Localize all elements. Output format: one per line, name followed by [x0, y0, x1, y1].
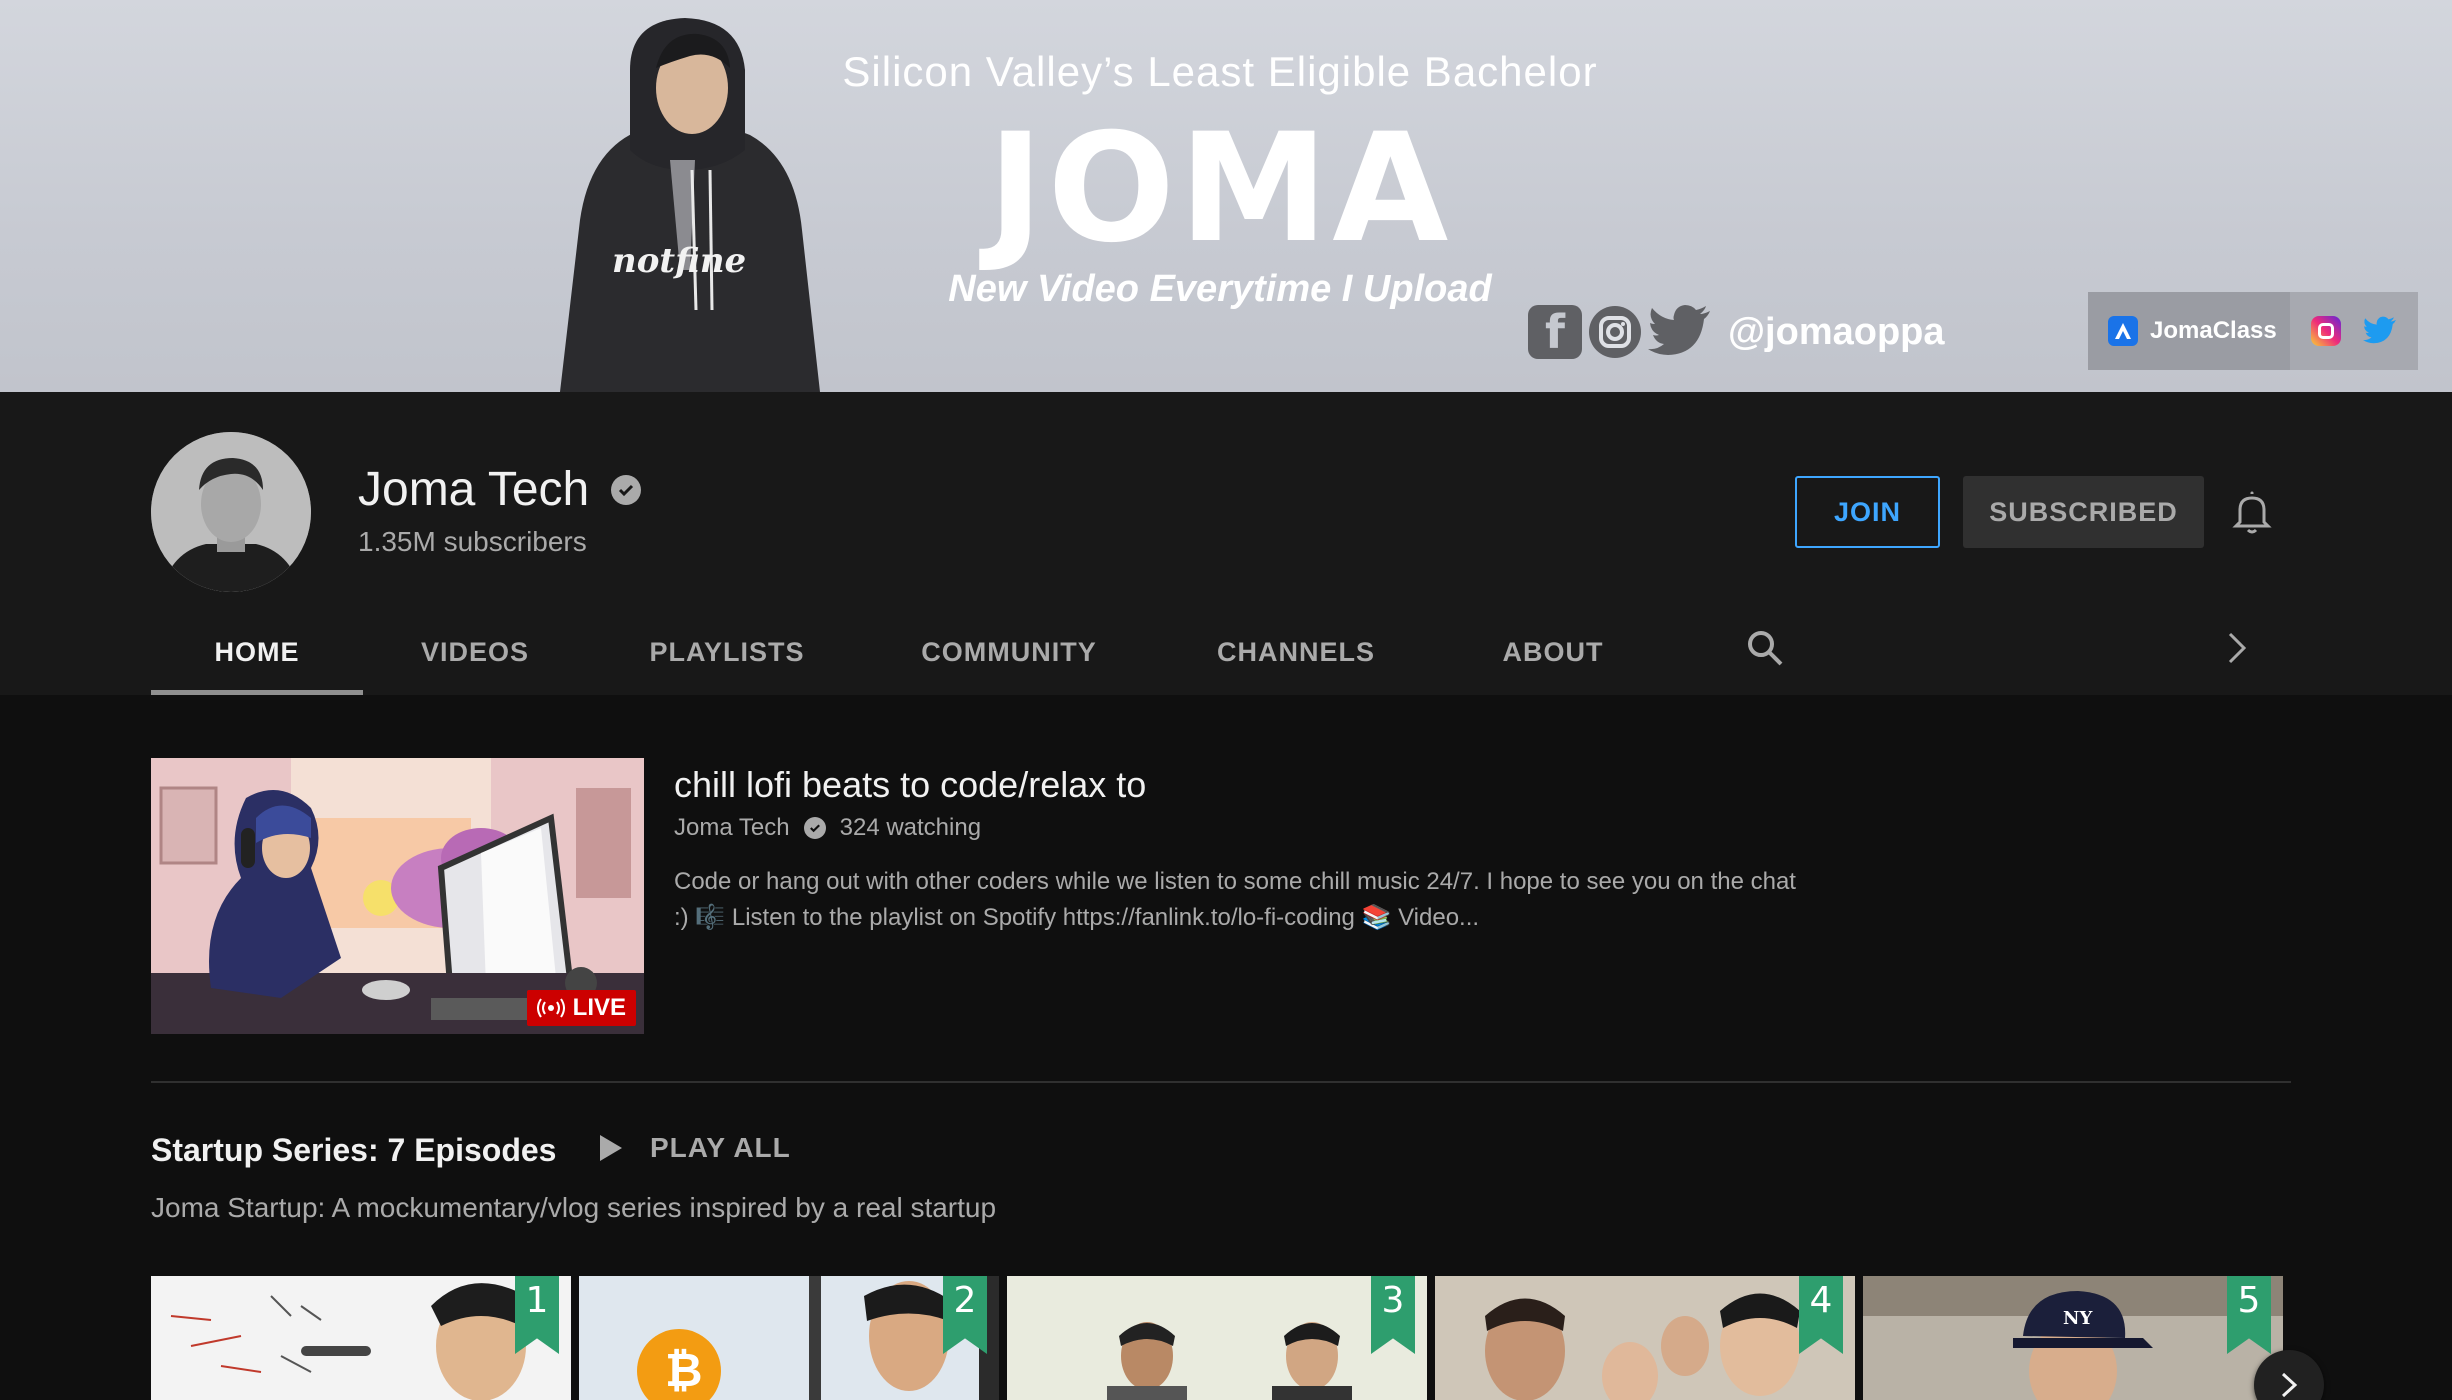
featured-video-meta: Joma Tech 324 watching: [674, 814, 981, 842]
verified-icon: [611, 474, 642, 505]
episode-list: 1 ₿ 2 3 4 NY 5: [151, 1276, 2283, 1400]
featured-video-description: Code or hang out with other coders while…: [674, 864, 1874, 936]
banner-tagline: Silicon Valley’s Least Eligible Bachelor: [842, 48, 1598, 95]
live-badge-label: LIVE: [572, 994, 626, 1021]
episode-thumbnail[interactable]: NY 5: [1863, 1276, 2283, 1400]
subscribed-button[interactable]: SUBSCRIBED: [1963, 476, 2204, 548]
channel-name-text: Joma Tech: [358, 463, 590, 516]
tab-home[interactable]: HOME: [151, 610, 363, 695]
tab-playlists[interactable]: PLAYLISTS: [587, 610, 867, 695]
chevron-right-icon: [2281, 1372, 2298, 1398]
instagram-icon: [1589, 306, 1641, 358]
description-line-2: :) 🎼 Listen to the playlist on Spotify h…: [674, 904, 1480, 931]
banner-links: JomaClass: [2088, 292, 2418, 370]
banner-logo-text: JOMA: [987, 102, 1453, 276]
live-broadcast-icon: [536, 998, 565, 1018]
description-line-1: Code or hang out with other coders while…: [674, 868, 1796, 895]
featured-video-thumbnail[interactable]: LIVE: [151, 758, 644, 1034]
play-all-label: PLAY ALL: [650, 1132, 791, 1163]
episode-thumbnail[interactable]: 1: [151, 1276, 571, 1400]
svg-text:notfine: notfine: [612, 241, 746, 281]
twitter-link-icon[interactable]: [2363, 316, 2397, 346]
episode-thumbnail[interactable]: ₿ 2: [579, 1276, 999, 1400]
play-all-button[interactable]: PLAY ALL: [598, 1132, 791, 1164]
tab-about[interactable]: ABOUT: [1441, 610, 1665, 695]
jomaclass-icon: [2108, 316, 2138, 346]
featured-video-title[interactable]: chill lofi beats to code/relax to: [674, 764, 1146, 806]
instagram-link-icon[interactable]: [2311, 316, 2341, 346]
verified-icon: [803, 817, 826, 839]
live-badge: LIVE: [526, 990, 636, 1026]
channel-name: Joma Tech: [358, 462, 642, 517]
play-icon: [600, 1135, 622, 1161]
featured-channel-name[interactable]: Joma Tech: [674, 814, 790, 842]
tabs-next-chevron-icon[interactable]: [2222, 628, 2252, 668]
banner-slogan: New Video Everytime I Upload: [948, 268, 1492, 310]
episode-thumbnail[interactable]: 4: [1435, 1276, 1855, 1400]
channel-tabs: HOME VIDEOS PLAYLISTS COMMUNITY CHANNELS…: [151, 610, 1665, 695]
channel-banner: notfine Silicon Valley’s Least Eligible …: [0, 0, 2452, 392]
banner-handle: @jomaoppa: [1728, 310, 1945, 353]
join-button[interactable]: JOIN: [1795, 476, 1940, 548]
watching-count: 324 watching: [839, 814, 982, 841]
svg-text:₿: ₿: [665, 1343, 703, 1397]
tab-videos[interactable]: VIDEOS: [363, 610, 587, 695]
channel-search-icon[interactable]: [1745, 628, 1785, 668]
jomaclass-link[interactable]: JomaClass: [2088, 292, 2290, 370]
svg-text:NY: NY: [2063, 1308, 2093, 1329]
section-divider: [151, 1081, 2291, 1083]
banner-link-icons: [2290, 292, 2418, 370]
tab-community[interactable]: COMMUNITY: [867, 610, 1151, 695]
notification-bell-icon[interactable]: [2232, 490, 2272, 534]
subscriber-count: 1.35M subscribers: [358, 526, 587, 557]
shelf-subtitle: Joma Startup: A mockumentary/vlog series…: [151, 1192, 997, 1223]
shelf-title[interactable]: Startup Series: 7 Episodes: [151, 1132, 556, 1169]
facebook-icon: f: [1528, 305, 1582, 359]
jomaclass-link-label: JomaClass: [2150, 317, 2277, 344]
twitter-icon: [1648, 305, 1710, 355]
channel-avatar[interactable]: [151, 432, 311, 592]
banner-social-row: f @jomaoppa: [1528, 300, 1945, 364]
tab-channels[interactable]: CHANNELS: [1151, 610, 1441, 695]
episode-thumbnail[interactable]: 3: [1007, 1276, 1427, 1400]
